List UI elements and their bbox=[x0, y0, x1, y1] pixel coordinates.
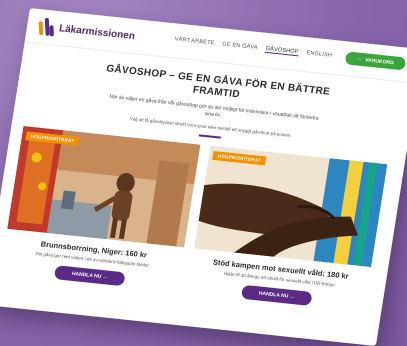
nav-item-vart-arbete[interactable]: VÅRT ARBETE bbox=[174, 36, 215, 47]
product-card-well: HÖGPRIORITERAT Brunnsborrning, Niger: 16… bbox=[0, 125, 201, 292]
nav-item-english[interactable]: ENGLISH bbox=[306, 50, 332, 60]
main-nav: VÅRT ARBETE GE EN GÅVA GÅVOSHOP ENGLISH bbox=[174, 36, 332, 59]
cart-label: VARUKORG bbox=[364, 56, 395, 66]
cart-icon: 🛒 bbox=[356, 56, 364, 63]
website-screenshot: Läkarmissionen VÅRT ARBETE GE EN GÅVA GÅ… bbox=[0, 8, 407, 346]
nav-item-gavoshop[interactable]: GÅVOSHOP bbox=[264, 45, 300, 57]
product-card-violence: HÖGPRIORITERAT Stöd kampen mot sexuellt … bbox=[187, 145, 388, 312]
logo-mark-icon bbox=[38, 17, 57, 37]
product-image-violence[interactable]: HÖGPRIORITERAT bbox=[194, 145, 388, 268]
buy-now-button[interactable]: HANDLA NU → bbox=[240, 284, 313, 306]
buy-now-label: HANDLA NU → bbox=[71, 270, 109, 281]
nav-item-ge-en-gava[interactable]: GE EN GÅVA bbox=[222, 41, 258, 52]
product-grid: HÖGPRIORITERAT Brunnsborrning, Niger: 16… bbox=[0, 125, 388, 312]
logo[interactable]: Läkarmissionen bbox=[38, 17, 136, 45]
title-divider bbox=[198, 134, 221, 139]
buy-now-button[interactable]: HANDLA NU → bbox=[53, 265, 126, 287]
product-image-well[interactable]: HÖGPRIORITERAT bbox=[7, 125, 201, 248]
cart-button[interactable]: 🛒 VARUKORG bbox=[344, 51, 407, 71]
buy-now-label: HANDLA NU → bbox=[258, 290, 296, 301]
logo-text: Läkarmissionen bbox=[58, 22, 136, 42]
